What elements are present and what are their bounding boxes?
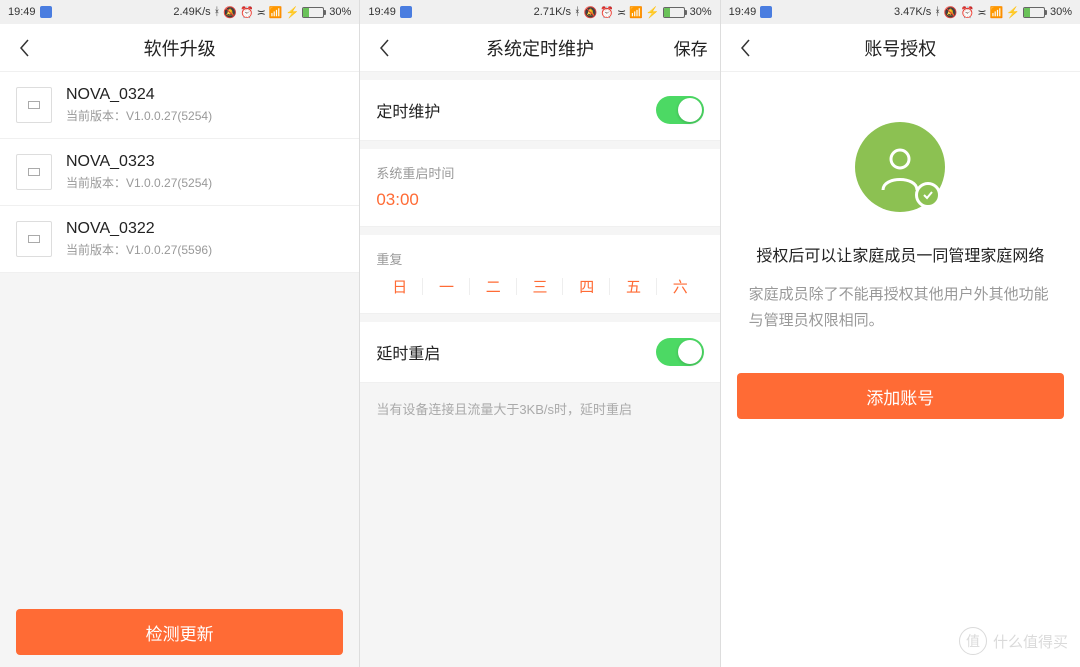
mute-icon: 🔕 — [584, 6, 598, 19]
device-version: 当前版本：V1.0.0.27(5254) — [66, 174, 343, 191]
status-time: 19:49 — [368, 6, 396, 18]
battery-icon — [663, 7, 687, 18]
header: 账号授权 — [721, 24, 1080, 72]
weekday-tue[interactable]: 二 — [470, 276, 517, 297]
header: 软件升级 — [0, 24, 359, 72]
auth-description-secondary: 家庭成员除了不能再授权其他用户外其他功能与管理员权限相同。 — [721, 282, 1080, 333]
battery-icon — [302, 7, 326, 18]
wifi-icon: ≍ — [977, 6, 986, 19]
signal-icon: 📶 — [629, 6, 643, 19]
status-bar: 19:49 3.47K/s ᚼ 🔕 ⏰ ≍ 📶 ⚡ 30% — [721, 0, 1080, 24]
auth-description-primary: 授权后可以让家庭成员一同管理家庭网络 — [721, 242, 1080, 266]
device-item[interactable]: NOVA_0323 当前版本：V1.0.0.27(5254) — [0, 139, 359, 206]
weekday-wed[interactable]: 三 — [517, 276, 564, 297]
add-account-button[interactable]: 添加账号 — [737, 373, 1064, 419]
network-speed: 2.71K/s — [534, 6, 571, 18]
check-badge-icon — [915, 182, 941, 208]
device-icon — [16, 221, 52, 257]
reboot-time-value: 03:00 — [376, 190, 703, 210]
bluetooth-icon: ᚼ — [574, 6, 581, 18]
delayed-reboot-row: 延时重启 — [360, 322, 719, 383]
device-icon — [16, 154, 52, 190]
device-name: NOVA_0324 — [66, 86, 343, 104]
mute-icon: 🔕 — [223, 6, 237, 19]
wifi-icon: ≍ — [257, 6, 266, 19]
bluetooth-icon: ᚼ — [934, 6, 941, 18]
device-name: NOVA_0322 — [66, 220, 343, 238]
delayed-reboot-label: 延时重启 — [376, 340, 440, 364]
weekday-fri[interactable]: 五 — [610, 276, 657, 297]
repeat-label: 重复 — [376, 249, 703, 268]
signal-icon: 📶 — [990, 6, 1004, 19]
device-icon — [16, 87, 52, 123]
status-bar: 19:49 2.71K/s ᚼ 🔕 ⏰ ≍ 📶 ⚡ 30% — [360, 0, 719, 24]
running-app-icon — [40, 6, 52, 18]
page-title: 软件升级 — [144, 35, 216, 61]
status-time: 19:49 — [729, 6, 757, 18]
delayed-reboot-toggle[interactable] — [656, 338, 704, 366]
device-version: 当前版本：V1.0.0.27(5254) — [66, 107, 343, 124]
charging-icon: ⚡ — [646, 6, 660, 19]
watermark-icon: 值 — [959, 627, 987, 655]
reboot-time-label: 系统重启时间 — [376, 163, 703, 182]
charging-icon: ⚡ — [286, 6, 300, 19]
alarm-icon: ⏰ — [240, 6, 254, 19]
mute-icon: 🔕 — [944, 6, 958, 19]
running-app-icon — [400, 6, 412, 18]
back-button[interactable] — [372, 36, 396, 60]
authorization-icon — [855, 122, 945, 212]
scheduled-maintenance-row: 定时维护 — [360, 80, 719, 141]
alarm-icon: ⏰ — [600, 6, 614, 19]
device-item[interactable]: NOVA_0322 当前版本：V1.0.0.27(5596) — [0, 206, 359, 273]
weekday-mon[interactable]: 一 — [423, 276, 470, 297]
alarm-icon: ⏰ — [961, 6, 975, 19]
charging-icon: ⚡ — [1006, 6, 1020, 19]
page-title: 账号授权 — [864, 35, 936, 61]
device-name: NOVA_0323 — [66, 153, 343, 171]
network-speed: 2.49K/s — [173, 6, 210, 18]
device-version: 当前版本：V1.0.0.27(5596) — [66, 241, 343, 258]
battery-icon — [1023, 7, 1047, 18]
device-list: NOVA_0324 当前版本：V1.0.0.27(5254) NOVA_0323… — [0, 72, 359, 273]
screen-scheduled-maintenance: 19:49 2.71K/s ᚼ 🔕 ⏰ ≍ 📶 ⚡ 30% 系统定时维护 保存 — [360, 0, 719, 667]
signal-icon: 📶 — [269, 6, 283, 19]
repeat-section: 重复 日 一 二 三 四 五 六 — [360, 235, 719, 314]
network-speed: 3.47K/s — [894, 6, 931, 18]
watermark: 值 什么值得买 — [959, 627, 1068, 655]
back-button[interactable] — [12, 36, 36, 60]
bluetooth-icon: ᚼ — [214, 6, 221, 18]
device-item[interactable]: NOVA_0324 当前版本：V1.0.0.27(5254) — [0, 72, 359, 139]
weekday-thu[interactable]: 四 — [563, 276, 610, 297]
running-app-icon — [760, 6, 772, 18]
delayed-reboot-note: 当有设备连接且流量大于3KB/s时，延时重启 — [360, 383, 719, 434]
screen-software-upgrade: 19:49 2.49K/s ᚼ 🔕 ⏰ ≍ 📶 ⚡ 30% 软件升级 — [0, 0, 359, 667]
page-title: 系统定时维护 — [486, 35, 594, 61]
wifi-icon: ≍ — [617, 6, 626, 19]
battery-percent: 30% — [329, 6, 351, 18]
watermark-text: 什么值得买 — [993, 631, 1068, 652]
status-time: 19:49 — [8, 6, 36, 18]
scheduled-maintenance-toggle[interactable] — [656, 96, 704, 124]
header: 系统定时维护 保存 — [360, 24, 719, 72]
battery-percent: 30% — [690, 6, 712, 18]
check-update-button[interactable]: 检测更新 — [16, 609, 343, 655]
weekday-sat[interactable]: 六 — [657, 276, 704, 297]
reboot-time-section[interactable]: 系统重启时间 03:00 — [360, 149, 719, 227]
battery-percent: 30% — [1050, 6, 1072, 18]
weekday-sun[interactable]: 日 — [376, 276, 423, 297]
save-button[interactable]: 保存 — [674, 35, 708, 60]
back-button[interactable] — [733, 36, 757, 60]
status-bar: 19:49 2.49K/s ᚼ 🔕 ⏰ ≍ 📶 ⚡ 30% — [0, 0, 359, 24]
screen-account-authorization: 19:49 3.47K/s ᚼ 🔕 ⏰ ≍ 📶 ⚡ 30% 账号授权 — [721, 0, 1080, 667]
scheduled-maintenance-label: 定时维护 — [376, 98, 440, 122]
